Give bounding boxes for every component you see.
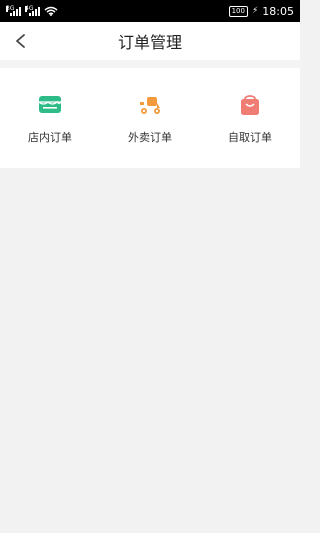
network-4g-label: 4G	[25, 5, 34, 12]
header-bar: 订单管理	[0, 22, 300, 60]
page-title: 订单管理	[117, 33, 182, 52]
status-left: 3G 4G	[6, 6, 58, 16]
category-label: 店内订单	[28, 131, 72, 144]
back-button[interactable]	[8, 28, 34, 54]
order-list-area	[0, 168, 300, 533]
category-delivery-orders[interactable]: 外卖订单	[100, 91, 200, 145]
shopping-bag-icon	[236, 91, 264, 119]
network-3g-label: 3G	[6, 5, 15, 12]
wifi-icon	[44, 6, 58, 16]
category-label: 外卖订单	[128, 131, 172, 144]
status-right: 100 ⚡ 18:05	[228, 4, 294, 18]
delivery-scooter-icon	[136, 91, 164, 119]
category-pickup-orders[interactable]: 自取订单	[200, 91, 300, 145]
status-bar: 3G 4G 100 ⚡ 18:05	[0, 0, 300, 22]
battery-indicator: 100	[228, 5, 248, 17]
order-categories: 店内订单 外卖订单 自取订单	[0, 68, 300, 168]
back-arrow-icon	[16, 34, 25, 48]
category-store-orders[interactable]: 店内订单	[0, 91, 100, 145]
signal-strength-icon: 3G	[6, 6, 21, 16]
charging-icon: ⚡	[251, 6, 259, 16]
section-divider	[0, 60, 300, 68]
status-time: 18:05	[262, 4, 294, 18]
signal-strength-icon-2: 4G	[25, 6, 40, 16]
category-label: 自取订单	[228, 131, 272, 144]
store-icon	[36, 91, 64, 119]
